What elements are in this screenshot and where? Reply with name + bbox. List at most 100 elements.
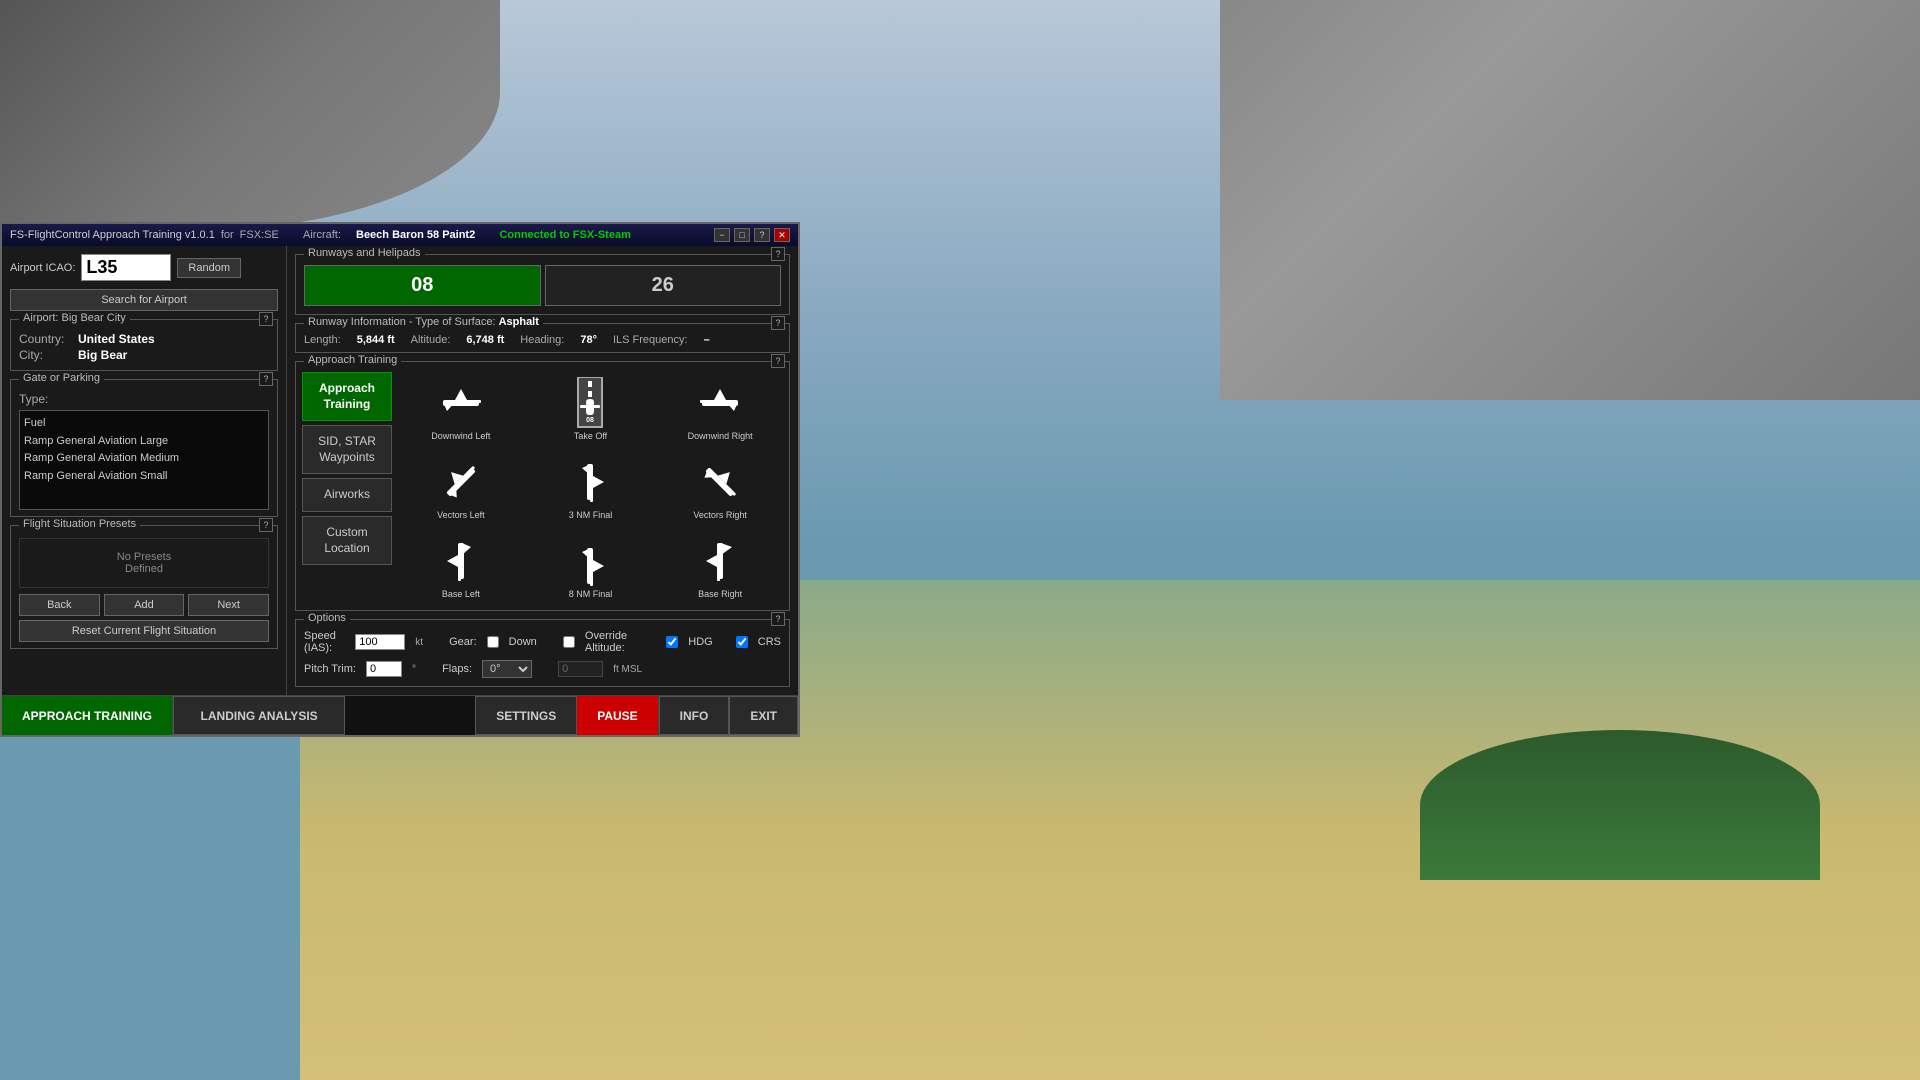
app-title: FS-FlightControl Approach Training v1.0.… (10, 229, 215, 241)
runway-buttons: 08 26 (296, 255, 789, 314)
gear-down-label: Down (509, 636, 537, 648)
window-controls: − □ ? ✕ (714, 228, 790, 242)
flaps-select[interactable]: 0° 10° 20° 30° (482, 660, 532, 678)
vectors-left-label: Vectors Left (437, 510, 485, 521)
gate-parking-help[interactable]: ? (259, 372, 273, 386)
hdg-checkbox[interactable] (666, 636, 678, 648)
take-off-icon: 08 (560, 377, 620, 429)
trees-view (1420, 730, 1820, 880)
downwind-left-cell[interactable]: Downwind Left (398, 372, 524, 447)
3nm-final-plane-svg (561, 457, 619, 507)
vectors-left-cell[interactable]: Vectors Left (398, 451, 524, 526)
left-panel: Airport ICAO: Random Search for Airport … (2, 246, 287, 695)
approach-training-bottom-button[interactable]: APPROACH TRAINING (2, 696, 173, 735)
close-button[interactable]: ✕ (774, 228, 790, 242)
connection-status: Connected to FSX-Steam (499, 229, 630, 241)
presets-label: Flight Situation Presets (19, 518, 140, 530)
override-altitude-checkbox[interactable] (563, 636, 575, 648)
pitch-input[interactable] (366, 661, 402, 677)
list-item[interactable]: Ramp General Aviation Medium (24, 450, 264, 468)
for-label: for (221, 229, 234, 241)
approach-section-help[interactable]: ? (771, 354, 785, 368)
icao-row: Airport ICAO: Random (10, 254, 278, 281)
runways-help[interactable]: ? (771, 247, 785, 261)
add-button[interactable]: Add (104, 594, 185, 616)
airworks-mode-button[interactable]: Airworks (302, 478, 392, 512)
heading-key: Heading: (520, 334, 564, 346)
mode-buttons: ApproachTraining SID, STARWaypoints Airw… (302, 372, 392, 604)
runway-26-button[interactable]: 26 (545, 265, 782, 306)
title-bar: FS-FlightControl Approach Training v1.0.… (2, 224, 798, 246)
options-section: Options ? Speed (IAS): kt Gear: Down Ove… (295, 619, 790, 687)
main-content: Airport ICAO: Random Search for Airport … (2, 246, 798, 695)
type-list[interactable]: Fuel Ramp General Aviation Large Ramp Ge… (19, 410, 269, 510)
reset-flight-button[interactable]: Reset Current Flight Situation (19, 620, 269, 642)
gate-parking-section: Gate or Parking ? Type: Fuel Ramp Genera… (10, 379, 278, 517)
options-row-2: Pitch Trim: ° Flaps: 0° 10° 20° 30° (304, 660, 781, 678)
pitch-key: Pitch Trim: (304, 663, 356, 675)
3nm-final-icon (560, 456, 620, 508)
flaps-key: Flaps: (442, 663, 472, 675)
settings-button[interactable]: SETTINGS (475, 696, 577, 735)
airport-section-help[interactable]: ? (259, 312, 273, 326)
approach-grid: Downwind Left 08 (398, 372, 783, 604)
downwind-right-cell[interactable]: Downwind Right (657, 372, 783, 447)
presets-help[interactable]: ? (259, 518, 273, 532)
options-help[interactable]: ? (771, 612, 785, 626)
base-left-label: Base Left (442, 589, 480, 600)
city-key: City: (19, 348, 74, 362)
speed-input[interactable] (355, 634, 405, 650)
city-value: Big Bear (78, 348, 127, 362)
downwind-right-label: Downwind Right (688, 431, 753, 442)
bottom-bar: APPROACH TRAINING LANDING ANALYSIS SETTI… (2, 695, 798, 735)
speed-key: Speed (IAS): (304, 630, 345, 654)
list-item[interactable]: Fuel (24, 415, 264, 433)
minimize-button[interactable]: − (714, 228, 730, 242)
hdg-label: HDG (688, 636, 712, 648)
exit-button[interactable]: EXIT (729, 696, 798, 735)
downwind-left-icon (431, 377, 491, 429)
icao-input[interactable] (81, 254, 171, 281)
next-button[interactable]: Next (188, 594, 269, 616)
3nm-final-cell[interactable]: 3 NM Final (528, 451, 654, 526)
8nm-final-cell[interactable]: 8 NM Final (528, 530, 654, 605)
country-value: United States (78, 332, 155, 346)
back-button[interactable]: Back (19, 594, 100, 616)
runway-08-button[interactable]: 08 (304, 265, 541, 306)
gear-down-checkbox[interactable] (487, 636, 499, 648)
search-airport-button[interactable]: Search for Airport (10, 289, 278, 311)
maximize-button[interactable]: □ (734, 228, 750, 242)
ils-key: ILS Frequency: (613, 334, 688, 346)
runway-info-label: Runway Information - Type of Surface: As… (304, 316, 543, 328)
base-right-cell[interactable]: Base Right (657, 530, 783, 605)
vectors-right-plane-svg (691, 457, 749, 507)
info-button[interactable]: INFO (659, 696, 730, 735)
take-off-cell[interactable]: 08 Take Off (528, 372, 654, 447)
override-alt-key: Override Altitude: (585, 630, 640, 654)
approach-training-mode-button[interactable]: ApproachTraining (302, 372, 392, 421)
vectors-right-icon (690, 456, 750, 508)
approach-training-section: Approach Training ? ApproachTraining SID… (295, 361, 790, 611)
list-item[interactable]: Ramp General Aviation Large (24, 433, 264, 451)
list-item[interactable]: Ramp General Aviation Small (24, 468, 264, 486)
sid-star-mode-button[interactable]: SID, STARWaypoints (302, 425, 392, 474)
custom-location-mode-button[interactable]: CustomLocation (302, 516, 392, 565)
random-button[interactable]: Random (177, 258, 241, 278)
help-button[interactable]: ? (754, 228, 770, 242)
preset-nav-buttons: Back Add Next (19, 594, 269, 616)
vectors-right-cell[interactable]: Vectors Right (657, 451, 783, 526)
runways-section: Runways and Helipads ? 08 26 (295, 254, 790, 315)
runway-info-help[interactable]: ? (771, 316, 785, 330)
landing-analysis-button[interactable]: LANDING ANALYSIS (173, 696, 345, 735)
pause-button[interactable]: PAUSE (577, 696, 658, 735)
crs-checkbox[interactable] (736, 636, 748, 648)
alt-unit: ft MSL (613, 664, 642, 675)
base-left-icon (431, 535, 491, 587)
cockpit-frame-dark (0, 0, 500, 230)
altitude-key: Altitude: (411, 334, 451, 346)
aircraft-name: Beech Baron 58 Paint2 (356, 229, 475, 241)
base-left-cell[interactable]: Base Left (398, 530, 524, 605)
no-presets-line1: No Presets (32, 551, 256, 563)
altitude-input (558, 661, 603, 677)
right-panel: Runways and Helipads ? 08 26 Runway Info… (287, 246, 798, 695)
